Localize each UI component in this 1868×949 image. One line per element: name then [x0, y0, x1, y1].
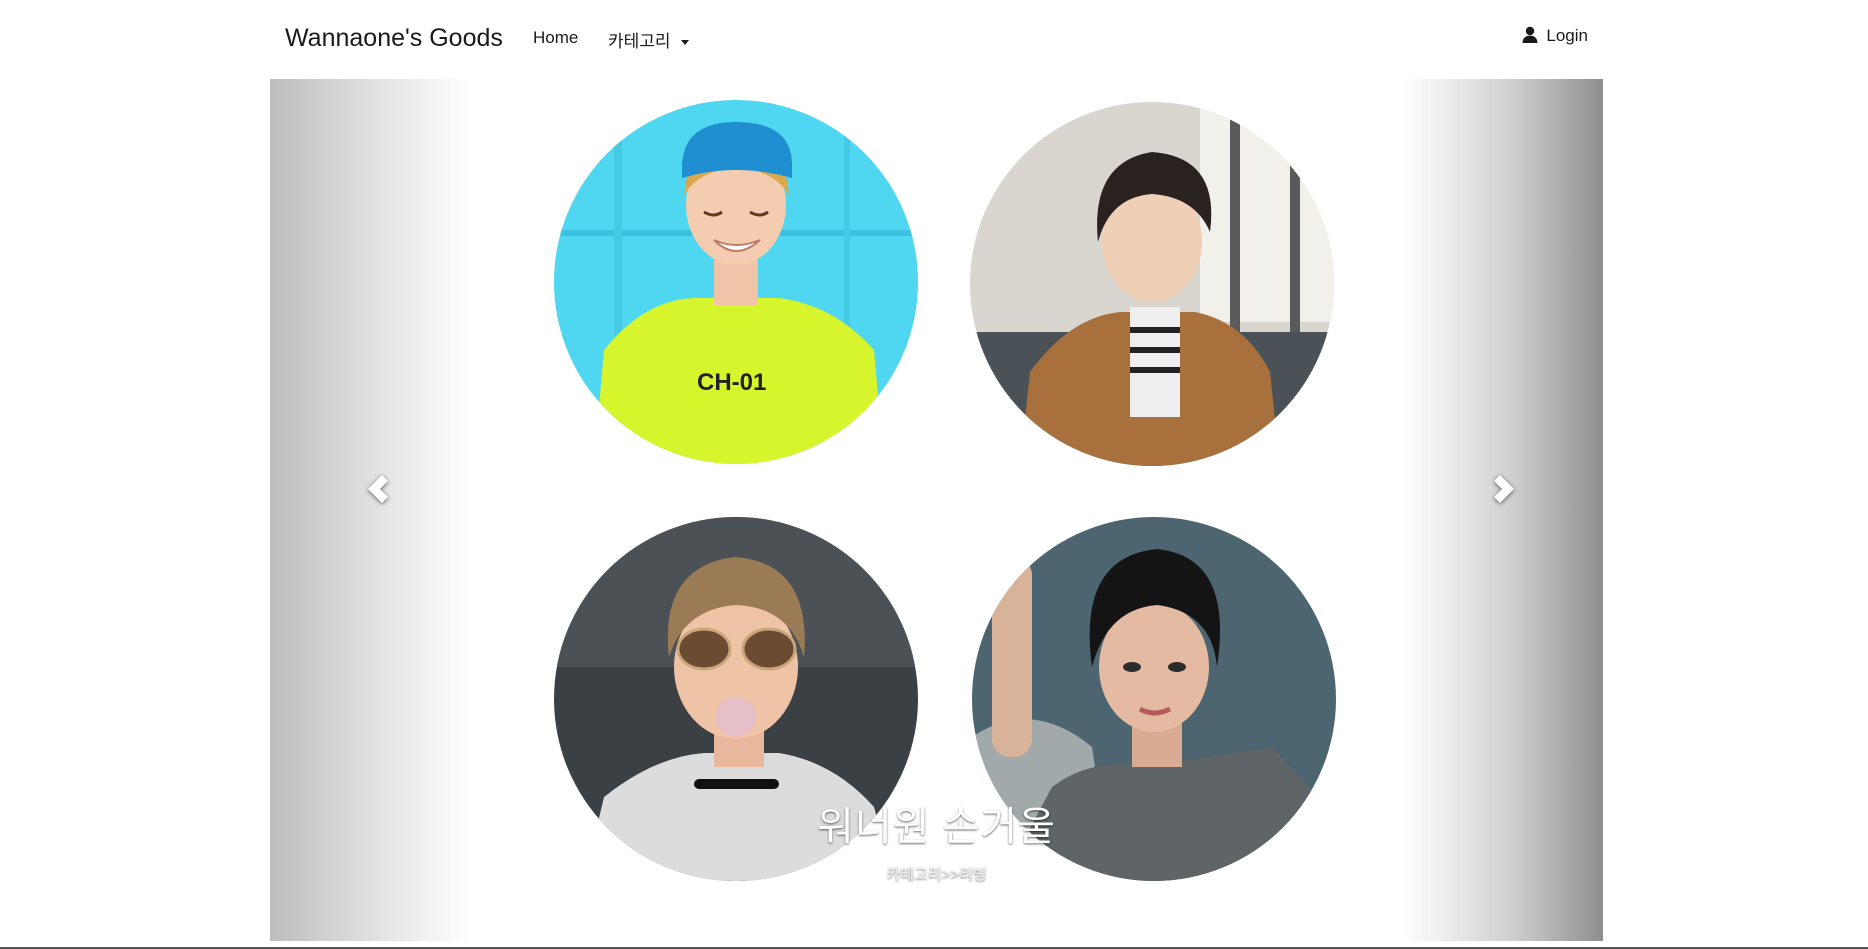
carousel-caption-subtitle[interactable]: 카테고리>>리빙	[270, 863, 1603, 884]
user-icon	[1522, 26, 1538, 43]
chevron-right-icon[interactable]	[1485, 469, 1525, 509]
login-link[interactable]: Login	[1522, 26, 1588, 46]
shirt-text: CH-01	[697, 369, 766, 396]
image-carousel: CH-01 워너원 손거울 카테고리>>리빙	[270, 79, 1603, 941]
navbar: Wannaone's Goods Home 카테고리 Login	[270, 0, 1603, 78]
member-photo-2	[970, 102, 1334, 466]
member-photo-1: CH-01	[554, 100, 918, 464]
nav-category-dropdown[interactable]: 카테고리	[608, 27, 690, 52]
carousel-caption-title: 워너원 손거울	[817, 805, 1056, 849]
caret-down-icon	[681, 40, 690, 46]
nav-home-link[interactable]: Home	[533, 28, 578, 48]
nav-category-label: 카테고리	[608, 32, 671, 51]
login-label: Login	[1546, 26, 1588, 45]
chevron-left-icon[interactable]	[357, 469, 397, 509]
brand-title[interactable]: Wannaone's Goods	[285, 24, 503, 53]
